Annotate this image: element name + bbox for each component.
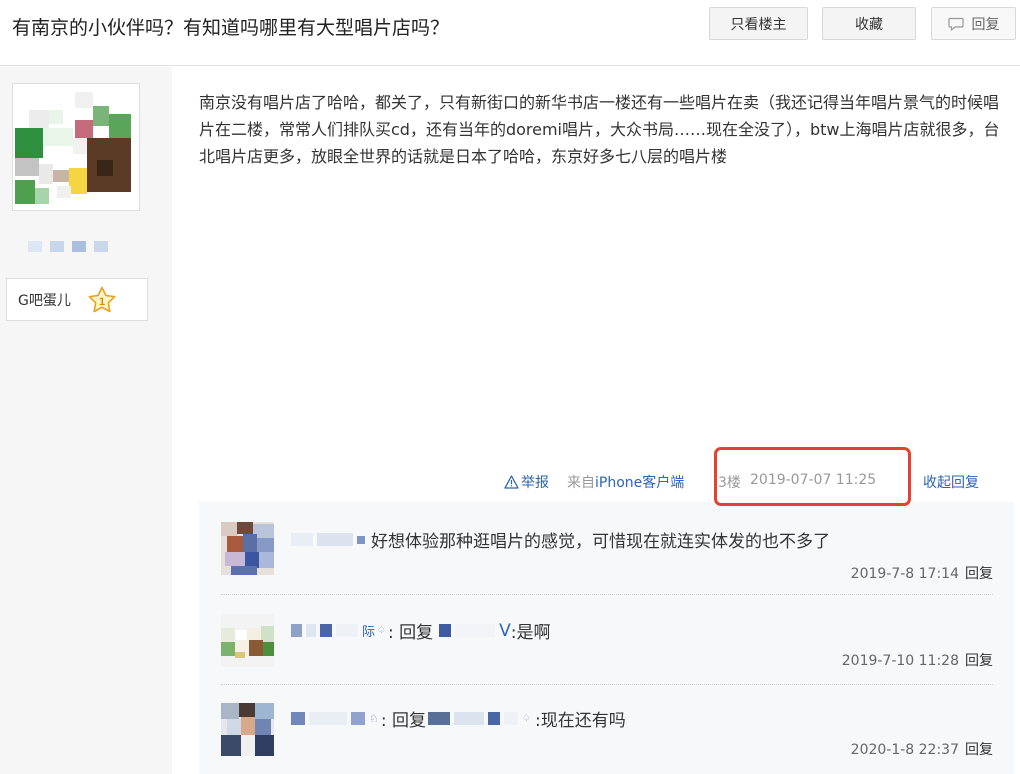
level-number: 1 xyxy=(99,296,105,308)
badge-name: G吧蛋儿 xyxy=(18,292,71,309)
reply-meta: 2019-7-8 17:14 回复 xyxy=(851,563,993,583)
pixelated-avatar-image xyxy=(13,84,139,210)
thread-header: 有南京的小伙伴吗？有知道吗哪里有大型唱片店吗？ 只看楼主 收藏 回复 xyxy=(0,0,1020,66)
member-icon: ♤ xyxy=(377,625,386,636)
reply-button[interactable]: 回复 xyxy=(931,7,1016,40)
user-icon-blurred xyxy=(357,535,365,544)
pixelated-avatar-image xyxy=(221,703,274,756)
target-name-blurred[interactable] xyxy=(454,712,485,725)
collapse-replies-link[interactable]: 收起回复 xyxy=(923,472,979,492)
reply-to-reply-link[interactable]: 回复 xyxy=(965,653,993,669)
report-label: 举报 xyxy=(521,475,549,491)
author-name-blurred[interactable] xyxy=(28,241,108,252)
source-client-link[interactable]: iPhone客户端 xyxy=(595,475,684,491)
reply-line: 际 ♤ : 回复 V :是啊 xyxy=(291,618,551,643)
thread-title: 有南京的小伙伴吗？有知道吗哪里有大型唱片店吗？ xyxy=(12,17,450,39)
only-op-button[interactable]: 只看楼主 xyxy=(709,7,808,40)
reply-timestamp: 2019-7-8 17:14 xyxy=(850,566,959,582)
reply-to-reply-link[interactable]: 回复 xyxy=(965,566,993,582)
reply-text: 好想体验那种逛唱片的感觉，可惜现在就连实体发的也不多了 xyxy=(371,532,830,552)
reply-line: ♘ : 回复 ♤ :现在还有吗 xyxy=(291,706,626,731)
reply-item: ♘ : 回复 ♤ :现在还有吗 2020-1-8 22:37 回复 xyxy=(199,685,1014,774)
user-name-blurred[interactable] xyxy=(320,624,332,637)
highlight-box xyxy=(714,447,911,506)
target-name-blurred[interactable] xyxy=(488,712,501,725)
target-name-blurred[interactable] xyxy=(455,624,496,637)
user-name-blurred[interactable] xyxy=(291,624,302,637)
reply-meta: 2019-7-10 11:28 回复 xyxy=(842,650,993,670)
user-name-blurred[interactable] xyxy=(317,533,353,546)
post-content: 南京没有唱片店了哈哈，都关了，只有新街口的新华书店一楼还有一些唱片在卖（我还记得… xyxy=(199,93,1000,166)
reply-item: 际 ♤ : 回复 V :是啊 2019-7-10 11:28 回复 xyxy=(199,595,1014,685)
reply-avatar[interactable] xyxy=(221,522,274,575)
warning-icon xyxy=(504,475,519,489)
target-name-tail[interactable]: V xyxy=(499,621,511,641)
reply-to-reply-link[interactable]: 回复 xyxy=(965,742,993,758)
user-name-blurred[interactable] xyxy=(291,712,305,725)
reply-meta: 2020-1-8 22:37 回复 xyxy=(851,739,993,759)
report-link[interactable]: 举报 xyxy=(504,472,549,492)
target-name-blurred[interactable] xyxy=(439,624,452,637)
reply-line: 好想体验那种逛唱片的感觉，可惜现在就连实体发的也不多了 xyxy=(291,527,830,552)
reply-item: 好想体验那种逛唱片的感觉，可惜现在就连实体发的也不多了 2019-7-8 17:… xyxy=(199,502,1014,595)
reply-timestamp: 2019-7-10 11:28 xyxy=(841,653,959,669)
member-badge[interactable]: G吧蛋儿 1 xyxy=(6,278,148,321)
reply-avatar[interactable] xyxy=(221,703,274,756)
author-sidebar: G吧蛋儿 1 xyxy=(0,67,172,774)
target-name-blurred[interactable] xyxy=(428,712,451,725)
reply-list: 好想体验那种逛唱片的感觉，可惜现在就连实体发的也不多了 2019-7-8 17:… xyxy=(199,502,1014,774)
reply-avatar[interactable] xyxy=(221,614,274,667)
pixelated-avatar-image xyxy=(221,614,274,667)
source-prefix: 来自 xyxy=(567,475,595,491)
target-name-blurred[interactable] xyxy=(504,712,519,725)
member-icon: ♤ xyxy=(522,713,531,724)
reply-prefix: : 回复 xyxy=(380,711,427,731)
post-source: 来自iPhone客户端 xyxy=(567,472,684,492)
author-avatar[interactable] xyxy=(12,83,140,211)
favorite-button[interactable]: 收藏 xyxy=(822,7,916,40)
user-name-tail[interactable]: 际 xyxy=(362,621,375,640)
user-name-blurred[interactable] xyxy=(309,712,347,725)
reply-timestamp: 2020-1-8 22:37 xyxy=(850,742,959,758)
reply-text: :是啊 xyxy=(510,623,551,643)
user-name-blurred[interactable] xyxy=(306,624,316,637)
pixelated-avatar-image xyxy=(221,522,274,575)
member-icon: ♘ xyxy=(369,712,379,725)
reply-text: :现在还有吗 xyxy=(534,711,626,731)
comment-icon xyxy=(947,17,964,31)
user-name-blurred[interactable] xyxy=(351,712,365,725)
user-name-blurred[interactable] xyxy=(291,533,313,546)
reply-button-label: 回复 xyxy=(971,16,1000,33)
level-star-icon: 1 xyxy=(88,286,116,312)
reply-prefix: : 回复 xyxy=(387,623,434,643)
user-name-blurred[interactable] xyxy=(336,624,358,637)
